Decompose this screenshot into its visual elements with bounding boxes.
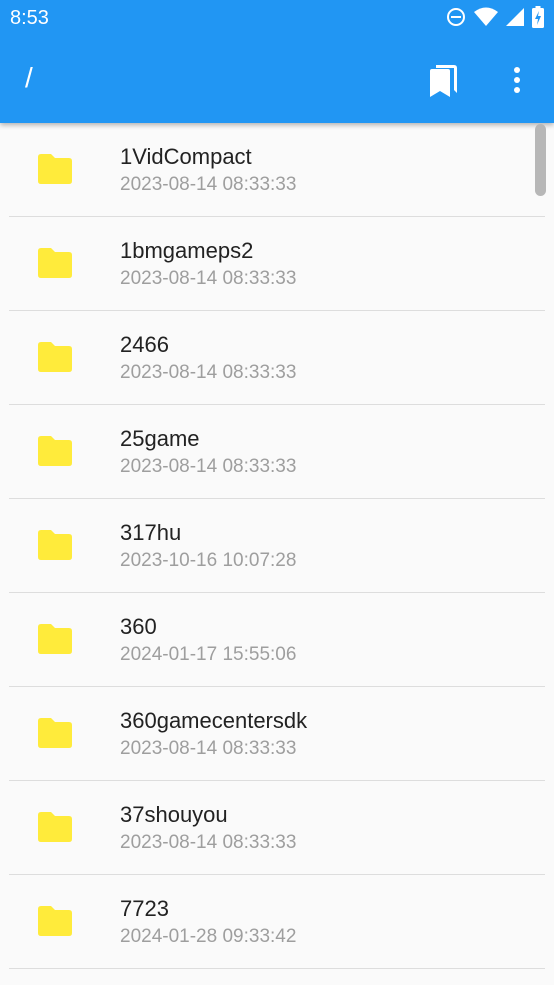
file-modified-date: 2023-08-14 08:33:33 bbox=[120, 268, 297, 289]
file-name: 317hu bbox=[120, 520, 182, 545]
folder-icon bbox=[36, 341, 74, 373]
file-modified-date: 2023-08-14 08:33:33 bbox=[120, 456, 297, 477]
folder-icon bbox=[36, 623, 74, 655]
bookmarks-button[interactable] bbox=[423, 60, 463, 104]
file-list-item[interactable]: 360gamecentersdk 2023-08-14 08:33:33 bbox=[9, 687, 545, 781]
status-icons bbox=[446, 5, 544, 33]
file-modified-date: 2023-10-16 10:07:28 bbox=[120, 550, 297, 571]
battery-charging-icon bbox=[532, 5, 544, 33]
folder-icon bbox=[36, 905, 74, 937]
app-bar: 8:53 / bbox=[0, 0, 554, 123]
more-vert-icon bbox=[513, 66, 521, 98]
file-modified-date: 2023-08-14 08:33:33 bbox=[120, 832, 297, 853]
file-list[interactable]: 1VidCompact 2023-08-14 08:33:33 1bmgamep… bbox=[0, 123, 554, 985]
signal-icon bbox=[506, 7, 524, 32]
folder-icon bbox=[36, 247, 74, 279]
file-name: 37shouyou bbox=[120, 802, 228, 827]
file-name: 360gamecentersdk bbox=[120, 708, 308, 733]
do-not-disturb-icon bbox=[446, 7, 466, 32]
file-list-item[interactable]: 2466 2023-08-14 08:33:33 bbox=[9, 311, 545, 405]
scrollbar-thumb[interactable] bbox=[535, 124, 546, 196]
status-bar: 8:53 bbox=[0, 0, 554, 38]
file-list-item[interactable]: 7723 2024-01-28 09:33:42 bbox=[9, 875, 545, 969]
folder-icon bbox=[36, 811, 74, 843]
overflow-menu-button[interactable] bbox=[497, 60, 537, 104]
file-name: 1bmgameps2 bbox=[120, 238, 254, 263]
folder-icon bbox=[36, 717, 74, 749]
file-list-item[interactable]: 317hu 2023-10-16 10:07:28 bbox=[9, 499, 545, 593]
file-modified-date: 2023-08-14 08:33:33 bbox=[120, 174, 297, 195]
file-modified-date: 2023-08-14 08:33:33 bbox=[120, 362, 297, 383]
file-name: 360 bbox=[120, 614, 157, 639]
folder-icon bbox=[36, 435, 74, 467]
file-modified-date: 2023-08-14 08:33:33 bbox=[120, 738, 297, 759]
bookmark-icon bbox=[427, 62, 459, 103]
file-name: 7723 bbox=[120, 896, 169, 921]
file-list-item[interactable]: 25game 2023-08-14 08:33:33 bbox=[9, 405, 545, 499]
folder-icon bbox=[36, 153, 74, 185]
file-list-item[interactable]: 1VidCompact 2023-08-14 08:33:33 bbox=[9, 123, 545, 217]
status-time: 8:53 bbox=[10, 7, 49, 29]
file-list-item[interactable]: 37shouyou 2023-08-14 08:33:33 bbox=[9, 781, 545, 875]
file-name: 1VidCompact bbox=[120, 144, 252, 169]
file-list-item[interactable]: 1bmgameps2 2023-08-14 08:33:33 bbox=[9, 217, 545, 311]
file-modified-date: 2024-01-17 15:55:06 bbox=[120, 644, 297, 665]
toolbar-path-title: / bbox=[25, 62, 33, 93]
wifi-icon bbox=[474, 7, 498, 32]
file-name: 25game bbox=[120, 426, 200, 451]
folder-icon bbox=[36, 529, 74, 561]
file-name: 2466 bbox=[120, 332, 169, 357]
file-modified-date: 2024-01-28 09:33:42 bbox=[120, 926, 297, 947]
file-list-item[interactable]: 360 2024-01-17 15:55:06 bbox=[9, 593, 545, 687]
